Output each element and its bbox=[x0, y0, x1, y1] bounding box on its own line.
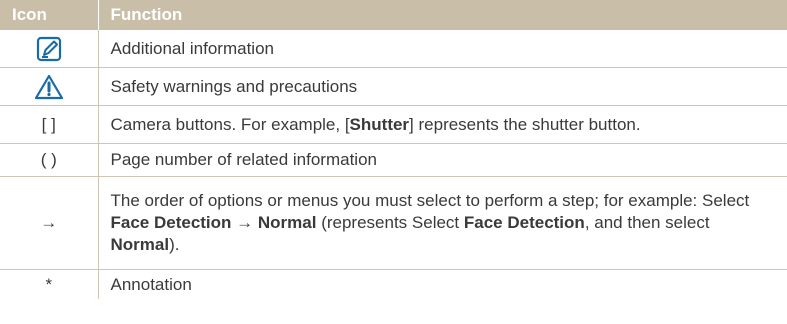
function-text: Camera buttons. For example, [Shutter] r… bbox=[98, 105, 787, 144]
function-text: Additional information bbox=[98, 30, 787, 68]
table-row: Safety warnings and precautions bbox=[0, 67, 787, 106]
function-text: Safety warnings and precautions bbox=[98, 67, 787, 106]
header-icon: Icon bbox=[0, 0, 99, 30]
arrow-symbol: → bbox=[0, 176, 99, 270]
function-text: The order of options or menus you must s… bbox=[98, 176, 787, 270]
icon-cell bbox=[0, 67, 99, 106]
parenthesis-symbol: ( ) bbox=[0, 143, 99, 177]
icon-function-table: Icon Function Additional information Saf… bbox=[0, 0, 787, 299]
function-text: Page number of related information bbox=[98, 143, 787, 177]
bracket-symbol: [ ] bbox=[0, 105, 99, 144]
icon-cell bbox=[0, 30, 99, 68]
function-text: Annotation bbox=[110, 274, 192, 294]
asterisk-symbol: * bbox=[0, 269, 99, 299]
table-header-row: Icon Function bbox=[0, 0, 787, 30]
table-row: * Annotation bbox=[0, 269, 787, 299]
table-row: ( ) Page number of related information bbox=[0, 143, 787, 177]
header-function: Function bbox=[98, 0, 787, 30]
note-icon bbox=[36, 36, 61, 61]
table-row: → The order of options or menus you must… bbox=[0, 176, 787, 270]
table-row: [ ] Camera buttons. For example, [Shutte… bbox=[0, 105, 787, 144]
table-row: Additional information bbox=[0, 30, 787, 68]
warning-triangle-icon bbox=[34, 74, 63, 99]
shutter-label: Shutter bbox=[349, 114, 410, 134]
